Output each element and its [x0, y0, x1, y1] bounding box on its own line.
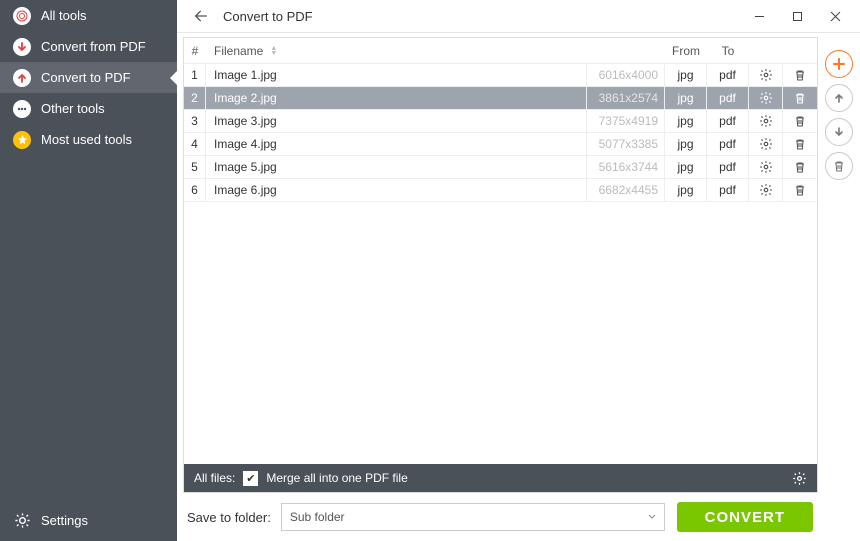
sort-icon: ▲▼	[270, 46, 277, 56]
all-files-bar: All files: ✔ Merge all into one PDF file	[184, 464, 817, 492]
settings-label: Settings	[41, 513, 88, 528]
row-settings-button[interactable]	[749, 110, 783, 132]
table-row[interactable]: 5Image 5.jpg5616x3744jpgpdf	[184, 156, 817, 179]
merge-label: Merge all into one PDF file	[266, 471, 407, 485]
sidebar-item-most-used[interactable]: Most used tools	[0, 124, 177, 155]
row-to: pdf	[707, 87, 749, 109]
sidebar-item-label: Other tools	[41, 101, 105, 116]
row-delete-button[interactable]	[783, 87, 817, 109]
all-files-label: All files:	[194, 471, 235, 485]
sidebar-item-label: Convert from PDF	[41, 39, 146, 54]
row-from: jpg	[665, 179, 707, 201]
delete-all-button[interactable]	[825, 152, 853, 180]
row-to: pdf	[707, 179, 749, 201]
table-row[interactable]: 1Image 1.jpg6016x4000jpgpdf	[184, 64, 817, 87]
row-dimensions: 3861x2574	[587, 87, 665, 109]
more-icon	[13, 100, 31, 118]
row-settings-button[interactable]	[749, 87, 783, 109]
row-settings-button[interactable]	[749, 64, 783, 86]
merge-checkbox[interactable]: ✔	[243, 471, 258, 486]
row-from: jpg	[665, 64, 707, 86]
row-filename: Image 6.jpg	[206, 179, 587, 201]
row-filename: Image 1.jpg	[206, 64, 587, 86]
table-row[interactable]: 3Image 3.jpg7375x4919jpgpdf	[184, 110, 817, 133]
sidebar-item-label: Most used tools	[41, 132, 132, 147]
row-from: jpg	[665, 110, 707, 132]
row-to: pdf	[707, 156, 749, 178]
target-icon	[13, 7, 31, 25]
add-file-button[interactable]	[825, 50, 853, 78]
header-from[interactable]: From	[665, 44, 707, 58]
row-dimensions: 6016x4000	[587, 64, 665, 86]
row-to: pdf	[707, 64, 749, 86]
row-dimensions: 7375x4919	[587, 110, 665, 132]
folder-select[interactable]: Sub folder	[281, 503, 665, 531]
header-to[interactable]: To	[707, 44, 749, 58]
row-delete-button[interactable]	[783, 110, 817, 132]
convert-button[interactable]: CONVERT	[677, 502, 813, 532]
arrow-down-icon	[13, 38, 31, 56]
row-num: 2	[184, 87, 206, 109]
row-num: 3	[184, 110, 206, 132]
save-folder-label: Save to folder:	[187, 510, 271, 525]
row-to: pdf	[707, 110, 749, 132]
row-settings-button[interactable]	[749, 133, 783, 155]
titlebar: Convert to PDF	[177, 0, 860, 33]
sidebar-item-label: Convert to PDF	[41, 70, 131, 85]
sidebar-item-convert-from-pdf[interactable]: Convert from PDF	[0, 31, 177, 62]
header-filename[interactable]: Filename ▲▼	[206, 44, 587, 58]
file-table: # Filename ▲▼ From To 1Image 1.jpg6016x4…	[183, 37, 818, 493]
maximize-button[interactable]	[778, 0, 816, 33]
row-delete-button[interactable]	[783, 156, 817, 178]
sidebar-item-label: All tools	[41, 8, 87, 23]
row-delete-button[interactable]	[783, 179, 817, 201]
row-delete-button[interactable]	[783, 133, 817, 155]
arrow-up-icon	[13, 69, 31, 87]
sidebar-item-convert-to-pdf[interactable]: Convert to PDF	[0, 62, 177, 93]
row-num: 6	[184, 179, 206, 201]
row-num: 5	[184, 156, 206, 178]
back-button[interactable]	[189, 4, 213, 28]
row-filename: Image 5.jpg	[206, 156, 587, 178]
footer: Save to folder: Sub folder CONVERT	[177, 493, 825, 541]
move-down-button[interactable]	[825, 118, 853, 146]
row-from: jpg	[665, 156, 707, 178]
table-row[interactable]: 6Image 6.jpg6682x4455jpgpdf	[184, 179, 817, 202]
star-icon	[13, 131, 31, 149]
row-from: jpg	[665, 87, 707, 109]
gear-icon	[13, 511, 31, 529]
row-filename: Image 4.jpg	[206, 133, 587, 155]
page-title: Convert to PDF	[223, 9, 313, 24]
all-files-settings-button[interactable]	[792, 471, 807, 486]
move-up-button[interactable]	[825, 84, 853, 112]
main-panel: Convert to PDF # Filename ▲▼	[177, 0, 860, 541]
sidebar-item-other-tools[interactable]: Other tools	[0, 93, 177, 124]
sidebar-settings[interactable]: Settings	[0, 499, 177, 541]
sidebar-item-all-tools[interactable]: All tools	[0, 0, 177, 31]
table-row[interactable]: 4Image 4.jpg5077x3385jpgpdf	[184, 133, 817, 156]
row-to: pdf	[707, 133, 749, 155]
row-settings-button[interactable]	[749, 156, 783, 178]
row-filename: Image 2.jpg	[206, 87, 587, 109]
row-from: jpg	[665, 133, 707, 155]
row-num: 1	[184, 64, 206, 86]
row-settings-button[interactable]	[749, 179, 783, 201]
row-dimensions: 6682x4455	[587, 179, 665, 201]
row-delete-button[interactable]	[783, 64, 817, 86]
close-button[interactable]	[816, 0, 854, 33]
row-num: 4	[184, 133, 206, 155]
row-filename: Image 3.jpg	[206, 110, 587, 132]
row-dimensions: 5077x3385	[587, 133, 665, 155]
table-header: # Filename ▲▼ From To	[184, 38, 817, 64]
row-dimensions: 5616x3744	[587, 156, 665, 178]
side-tools	[818, 42, 860, 180]
table-row[interactable]: 2Image 2.jpg3861x2574jpgpdf	[184, 87, 817, 110]
chevron-down-icon	[648, 513, 656, 521]
header-num[interactable]: #	[184, 44, 206, 58]
minimize-button[interactable]	[740, 0, 778, 33]
sidebar: All tools Convert from PDF Convert to PD…	[0, 0, 177, 541]
